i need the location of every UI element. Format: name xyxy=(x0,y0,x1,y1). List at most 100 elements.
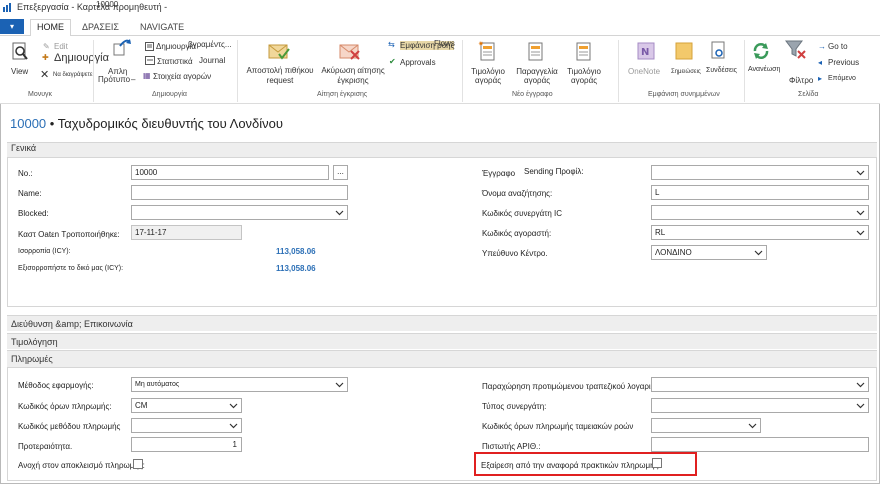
view-button[interactable]: View xyxy=(11,67,28,76)
ic-partner-label: Κωδικός συνεργάτη IC xyxy=(482,209,563,218)
ribbon-tabs: ▾ HOME ΔΡΑΣΕΙΣ NAVIGATE xyxy=(0,15,880,37)
group-label-create: Δημιουργία xyxy=(152,91,187,98)
purchaser-select[interactable]: RL xyxy=(651,225,869,240)
search-name-field[interactable]: L xyxy=(651,185,869,200)
no-label: No.: xyxy=(18,169,33,178)
payment-terms-select[interactable]: CM xyxy=(131,398,242,413)
send-approval-icon xyxy=(268,44,290,60)
highlight-box xyxy=(474,452,697,476)
purchase-items-button[interactable]: Στοιχεία αγορών xyxy=(153,72,211,81)
blocked-select[interactable] xyxy=(131,205,348,220)
payment-terms-label: Κωδικός όρων πληρωμής: xyxy=(18,402,112,411)
preferred-bank-select[interactable] xyxy=(651,377,869,392)
app-menu-button[interactable]: ▾ xyxy=(0,19,24,34)
preferred-bank-label: Παραχώρηση προτιμώμενου τραπεζικού λογαρ… xyxy=(482,382,676,391)
group-separator xyxy=(93,40,94,102)
documents-suffix: βγραμέντς... xyxy=(188,40,232,49)
cash-flow-terms-select[interactable] xyxy=(651,418,761,433)
notes-button[interactable]: Σημειώσεις xyxy=(671,69,701,75)
purchase-invoice-icon: ✷ xyxy=(478,40,495,61)
block-payment-label: Ανοχή στον αποκλεισμό πληρωμής: xyxy=(18,461,145,470)
purchase-invoice-sub: αγοράς xyxy=(474,76,502,85)
application-method-value: Μη αυτόματος xyxy=(135,381,180,388)
responsibility-select[interactable]: ΛΟΝΔΙΝΟ xyxy=(651,245,767,260)
goto-button[interactable]: Go to xyxy=(828,42,848,51)
new-button[interactable]: Δημιουργία xyxy=(54,52,109,64)
svg-text:✷: ✷ xyxy=(478,40,484,48)
send-approval-button[interactable]: Αποστολή πιθήκου xyxy=(246,66,314,75)
partner-type-label: Τύπος συνεργάτη: xyxy=(482,402,547,411)
no-assist-button[interactable]: ... xyxy=(333,165,348,180)
balance-due-label: Εξισορροπήστε το δικό μας (ICY): xyxy=(18,265,124,272)
template-dropdown-icon: – xyxy=(131,75,136,84)
partner-type-select[interactable] xyxy=(651,398,869,413)
purchaser-label: Κωδικός αγοραστή: xyxy=(482,229,552,238)
refresh-button[interactable]: Ανανέωση xyxy=(748,66,780,73)
section-header-general[interactable]: Γενικά xyxy=(7,142,877,157)
tab-navigate[interactable]: NAVIGATE xyxy=(134,20,190,34)
new-icon: ✚ xyxy=(42,53,49,62)
edit-pencil-icon: ✎ xyxy=(43,42,50,51)
balance-value[interactable]: 113,058.06 xyxy=(276,247,316,256)
new-purchase-order-button[interactable]: Παραγγελία xyxy=(510,67,564,76)
purchase-invoice-2-icon xyxy=(576,42,591,61)
doc-sending-label: Έγγραφο xyxy=(482,169,516,178)
purchase-order-sub: αγοράς xyxy=(523,76,551,85)
tab-home[interactable]: HOME xyxy=(30,19,71,37)
delete-button[interactable]: Να διαγράψετε xyxy=(53,72,93,78)
cancel-approval-icon xyxy=(339,44,360,60)
next-button[interactable]: Επόμενο xyxy=(828,75,856,82)
creditor-no-field[interactable] xyxy=(651,437,869,452)
window-title-number: 10000 xyxy=(96,0,119,9)
new-purchase-invoice-button[interactable]: Τιμολόγιο xyxy=(466,67,510,76)
journal-button[interactable]: Journal xyxy=(199,56,225,65)
group-label-show-attached: Εμφάνιση συνημμένων xyxy=(648,91,720,98)
cancel-approval-label: έγκρισης xyxy=(337,76,369,85)
payment-terms-value: CM xyxy=(135,401,148,410)
name-field[interactable] xyxy=(131,185,348,200)
onenote-icon: N xyxy=(637,42,655,60)
tab-actions[interactable]: ΔΡΑΣΕΙΣ xyxy=(76,20,125,34)
responsibility-value: ΛΟΝΔΙΝΟ xyxy=(655,248,692,257)
filter-button[interactable]: Φίλτρο xyxy=(789,76,813,85)
search-name-label: Όνομα αναζήτησης: xyxy=(482,189,553,198)
view-icon xyxy=(12,42,28,60)
section-header-payments[interactable]: Πληρωμές xyxy=(7,350,877,367)
page-title-text: • Ταχυδρομικός διευθυντής του Λονδίνου xyxy=(46,116,284,131)
section-header-invoicing[interactable]: Τιμολόγηση xyxy=(7,333,877,349)
create-document-icon xyxy=(145,42,154,51)
group-label-approval: Αίτηση έγκρισης xyxy=(317,91,368,98)
template-button[interactable]: Πρότυπο xyxy=(98,75,130,84)
new-purchase-invoice-2-button[interactable]: Τιμολόγιο xyxy=(562,67,606,76)
previous-icon: ◂ xyxy=(818,58,823,67)
no-field[interactable]: 10000 xyxy=(131,165,329,180)
goto-icon: → xyxy=(818,42,826,51)
group-label-new-document: Νέο έγγραφο xyxy=(512,91,553,98)
block-payment-checkbox[interactable] xyxy=(133,459,143,469)
section-header-address[interactable]: Διεύθυνση &amp; Επικοινωνία xyxy=(7,315,877,331)
chevron-down-icon xyxy=(229,403,238,409)
purchaser-value: RL xyxy=(655,228,666,237)
application-method-select[interactable]: Μη αυτόματος xyxy=(131,377,348,392)
group-label-page: Σελίδα xyxy=(798,91,819,98)
ic-partner-select[interactable] xyxy=(651,205,869,220)
edit-button[interactable]: Edit xyxy=(54,42,68,51)
priority-field[interactable]: 1 xyxy=(131,437,242,452)
links-button[interactable]: Συνδέσεις xyxy=(706,67,737,74)
payment-method-select[interactable] xyxy=(131,418,242,433)
statistics-button[interactable]: Στατιστικά xyxy=(157,57,193,66)
notes-icon xyxy=(675,42,693,60)
balance-due-value[interactable]: 113,058.06 xyxy=(276,264,316,273)
onenote-button[interactable]: OneNote xyxy=(628,67,660,76)
filter-icon xyxy=(785,40,806,59)
blocked-label: Blocked: xyxy=(18,209,49,218)
previous-button[interactable]: Previous xyxy=(828,58,859,67)
cancel-approval-button[interactable]: Ακύρωση αίτησης xyxy=(313,66,393,75)
name-label: Name: xyxy=(18,189,42,198)
approvals-button[interactable]: Approvals xyxy=(400,58,436,67)
application-method-label: Μέθοδος εφαρμογής: xyxy=(18,381,94,390)
svg-text:N: N xyxy=(641,47,649,58)
doc-sending-profile-select[interactable] xyxy=(651,165,869,180)
balance-label: Ισορροπία (ICY): xyxy=(18,248,71,255)
responsibility-label: Υπεύθυνο Κέντρο. xyxy=(482,249,548,258)
